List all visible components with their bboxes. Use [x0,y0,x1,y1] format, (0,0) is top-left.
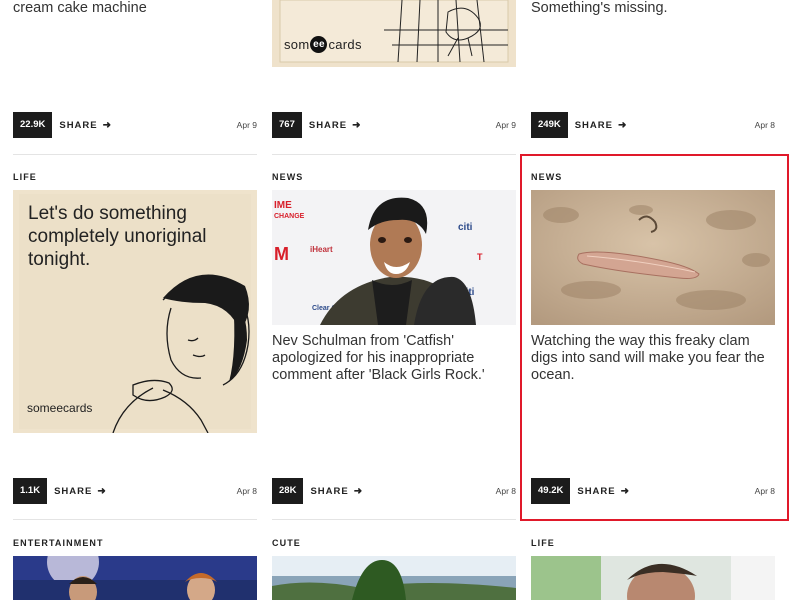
share-count: 767 [272,112,302,138]
article-thumbnail[interactable]: som ee cards [272,0,516,67]
share-button[interactable]: SHARE ➜ [59,120,112,131]
share-label[interactable]: SHARE [59,120,97,131]
divider [13,154,257,155]
article-title[interactable]: Something's missing. [531,0,775,17]
article-thumbnail[interactable] [531,556,775,600]
article-date: Apr 8 [754,120,775,130]
article-meta: 767 SHARE ➜ Apr 9 [272,112,516,138]
share-label[interactable]: SHARE [310,486,348,497]
article-thumbnail[interactable]: IME CHANGE M iHeart citi citi T Clear Ch… [272,190,516,325]
svg-text:iHeart: iHeart [310,245,333,254]
article-thumbnail[interactable]: Let's do something completely unoriginal… [13,190,257,433]
arrow-right-icon[interactable]: ➜ [618,120,627,131]
share-label[interactable]: SHARE [54,486,92,497]
article-date: Apr 9 [495,120,516,130]
photo-press-event: IME CHANGE M iHeart citi citi T Clear Ch… [272,190,516,325]
share-button[interactable]: SHARE ➜ [310,486,363,497]
arrow-right-icon[interactable]: ➜ [97,486,106,497]
article-title[interactable]: cream cake machine [13,0,257,17]
article-thumbnail[interactable] [13,556,257,600]
share-label[interactable]: SHARE [575,120,613,131]
article-date: Apr 8 [495,486,516,496]
ecard-illustration [112,274,250,433]
article-category[interactable]: CUTE [272,538,301,548]
ecard-illustration [272,0,516,67]
article-category[interactable]: LIFE [531,538,555,548]
article-meta: 22.9K SHARE ➜ Apr 9 [13,112,257,138]
arrow-right-icon[interactable]: ➜ [352,120,361,131]
share-count: 1.1K [13,478,48,504]
photo-talk-show [13,556,257,600]
article-title[interactable]: Nev Schulman from 'Catfish' apologized f… [272,333,516,384]
article-category[interactable]: ENTERTAINMENT [13,538,104,548]
share-label[interactable]: SHARE [309,120,347,131]
article-meta: 28K SHARE ➜ Apr 8 [272,478,516,504]
article-meta: 249K SHARE ➜ Apr 8 [531,112,775,138]
svg-text:citi: citi [458,222,473,233]
divider [272,519,516,520]
svg-text:T: T [477,252,483,262]
divider [13,519,257,520]
article-date: Apr 9 [236,120,257,130]
share-button[interactable]: SHARE ➜ [54,486,107,497]
divider [272,154,516,155]
share-button[interactable]: SHARE ➜ [575,120,628,131]
arrow-right-icon[interactable]: ➜ [103,120,112,131]
svg-text:CHANGE: CHANGE [274,213,305,220]
article-date: Apr 8 [236,486,257,496]
svg-text:M: M [274,244,289,264]
share-count: 249K [531,112,568,138]
someecards-logo: someecards [27,401,93,415]
someecards-logo: someecards [284,36,362,53]
article-category[interactable]: LIFE [13,172,37,182]
article-thumbnail[interactable] [272,556,516,600]
share-button[interactable]: SHARE ➜ [309,120,362,131]
article-meta: 1.1K SHARE ➜ Apr 8 [13,478,257,504]
photo-person [531,556,775,600]
article-category[interactable]: NEWS [272,172,303,182]
arrow-right-icon[interactable]: ➜ [354,486,363,497]
selection-highlight [520,154,789,521]
share-count: 22.9K [13,112,53,138]
photo-landscape [272,556,516,600]
svg-text:IME: IME [274,200,292,211]
share-count: 28K [272,478,304,504]
